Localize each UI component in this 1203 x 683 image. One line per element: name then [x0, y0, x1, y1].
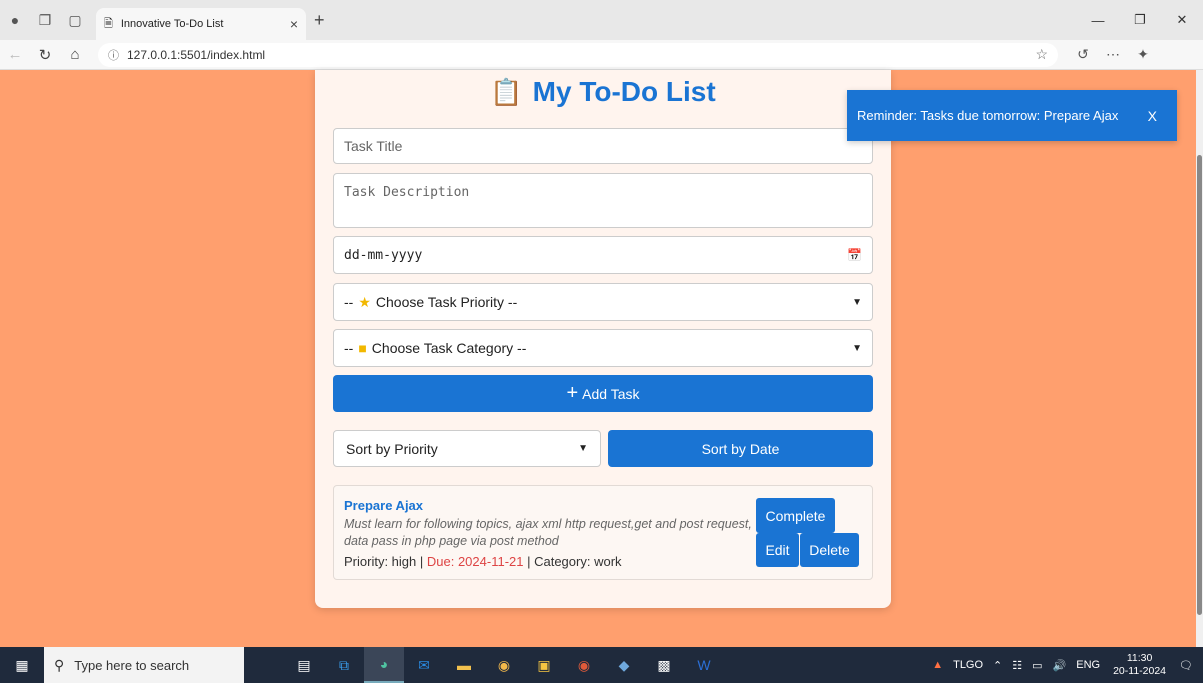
back-button[interactable]: ← — [0, 40, 30, 70]
complete-button[interactable]: Complete — [756, 498, 835, 533]
battery-icon[interactable]: ▭ — [1032, 659, 1042, 672]
scrollbar-thumb[interactable] — [1197, 155, 1202, 615]
priority-select[interactable]: -- ★ Choose Task Priority -- ▼ — [333, 283, 873, 321]
edge-icon[interactable]: ◕ — [364, 647, 404, 683]
delete-button[interactable]: Delete — [800, 533, 859, 567]
chevron-down-icon: ▼ — [852, 342, 862, 354]
tab-actions-icon[interactable]: ▢ — [60, 5, 90, 35]
notification-icon[interactable]: 🗨 — [1179, 659, 1193, 672]
word-icon[interactable]: W — [684, 647, 724, 683]
add-task-button[interactable]: + Add Task — [333, 375, 873, 412]
window-controls: — ❐ ✕ — [1077, 0, 1203, 40]
url-text: 127.0.0.1:5501/index.html — [127, 47, 266, 62]
sort-by-date-button[interactable]: Sort by Date — [608, 430, 873, 467]
tray-app-label[interactable]: TLGO — [953, 659, 983, 671]
page-icon: 🗎 — [104, 17, 113, 30]
new-tab-button[interactable]: + — [314, 10, 325, 31]
toast-close-button[interactable]: X — [1138, 108, 1167, 124]
chevron-down-icon: ▼ — [578, 443, 588, 454]
copilot-icon[interactable]: ✦ — [1128, 46, 1158, 63]
language-indicator[interactable]: ENG — [1076, 659, 1100, 671]
terminal-icon[interactable]: ▩ — [644, 647, 684, 683]
profile-icon[interactable]: ● — [0, 5, 30, 35]
task-category: | Category: work — [527, 554, 622, 569]
restore-button[interactable]: ❐ — [1119, 0, 1161, 40]
todo-container: 📋 My To-Do List Task Title Task Descripti… — [315, 70, 891, 608]
network-icon[interactable]: ☷ — [1012, 659, 1022, 672]
task-description-textarea[interactable]: Task Description — [333, 173, 873, 228]
favorite-star-icon[interactable]: ☆ — [1035, 46, 1048, 63]
address-bar: ← ↻ ⌂ ⓘ 127.0.0.1:5501/index.html ☆ ↺ ⋯ … — [0, 40, 1203, 70]
app-icon[interactable]: ◆ — [604, 647, 644, 683]
chevron-down-icon: ▼ — [852, 296, 862, 308]
browser-tab[interactable]: 🗎 Innovative To-Do List × — [96, 8, 306, 40]
sort-select[interactable]: Sort by Priority ▼ — [333, 430, 601, 467]
tab-title: Innovative To-Do List — [120, 18, 224, 30]
chrome-icon[interactable]: ◉ — [484, 647, 524, 683]
reminder-toast: Reminder: Tasks due tomorrow: Prepare Aj… — [847, 90, 1177, 141]
task-view-icon[interactable]: ▤ — [284, 647, 324, 683]
task-description: Must learn for following topics, ajax xm… — [344, 517, 752, 548]
file-explorer-icon[interactable]: ▬ — [444, 647, 484, 683]
site-info-icon[interactable]: ⓘ — [108, 47, 119, 63]
taskbar-search[interactable]: ⚲ Type here to search — [44, 647, 244, 683]
page-scrollbar[interactable] — [1196, 70, 1203, 647]
close-window-button[interactable]: ✕ — [1161, 0, 1203, 40]
task-item: Prepare Ajax Must learn for following to… — [333, 485, 873, 580]
windows-start-icon[interactable]: ▦ — [0, 657, 44, 674]
chrome-canary-icon[interactable]: ◉ — [564, 647, 604, 683]
star-icon: ★ — [358, 293, 371, 310]
browser-tab-bar: ● ❐ ▢ 🗎 Innovative To-Do List × + — ❐ ✕ — [0, 0, 1203, 40]
search-icon: ⚲ — [54, 656, 65, 673]
clipboard-icon: 📋 — [490, 77, 523, 107]
show-hidden-icons-icon[interactable]: ⌃ — [993, 659, 1002, 672]
folder-icon: ■ — [358, 340, 367, 356]
calendar-icon[interactable]: 📅 — [847, 248, 862, 262]
page-title: 📋 My To-Do List — [490, 76, 716, 107]
task-priority: Priority: high | — [344, 554, 424, 569]
tlgo-icon[interactable]: ▲ — [932, 659, 943, 671]
volume-icon[interactable]: 🔊 — [1053, 659, 1067, 672]
category-select[interactable]: -- ■ Choose Task Category -- ▼ — [333, 329, 873, 367]
edit-button[interactable]: Edit — [756, 533, 799, 567]
task-title-input[interactable]: Task Title — [333, 128, 873, 164]
workspaces-icon[interactable]: ❐ — [30, 5, 60, 35]
history-icon[interactable]: ↺ — [1068, 46, 1098, 63]
refresh-button[interactable]: ↻ — [30, 40, 60, 70]
more-menu-icon[interactable]: ⋯ — [1098, 46, 1128, 63]
url-field[interactable]: ⓘ 127.0.0.1:5501/index.html ☆ — [98, 42, 1058, 67]
system-tray: ▲ TLGO ⌃ ☷ ▭ 🔊 ENG 11:30 20-11-2024 🗨 — [927, 647, 1203, 683]
clock[interactable]: 11:30 20-11-2024 — [1113, 652, 1166, 678]
tab-close-button[interactable]: × — [290, 16, 298, 32]
task-due-date: Due: 2024-11-21 — [426, 554, 524, 569]
outlook-icon[interactable]: ✉ — [404, 647, 444, 683]
plus-icon: + — [566, 382, 579, 404]
due-date-input[interactable]: dd-mm-yyyy 📅 — [333, 236, 873, 274]
task-title: Prepare Ajax — [344, 498, 424, 513]
vscode-icon[interactable]: ⧉ — [324, 647, 364, 683]
windows-taskbar: ▦ ⚲ Type here to search ▤ ⧉ ◕ ✉ ▬ ◉ ▣ ◉ … — [0, 647, 1203, 683]
toast-message: Reminder: Tasks due tomorrow: Prepare Aj… — [857, 108, 1119, 123]
minimize-button[interactable]: — — [1077, 0, 1119, 40]
task-meta: Priority: high | Due: 2024-11-21 | Categ… — [344, 554, 622, 569]
home-button[interactable]: ⌂ — [60, 40, 90, 70]
store-icon[interactable]: ▣ — [524, 647, 564, 683]
